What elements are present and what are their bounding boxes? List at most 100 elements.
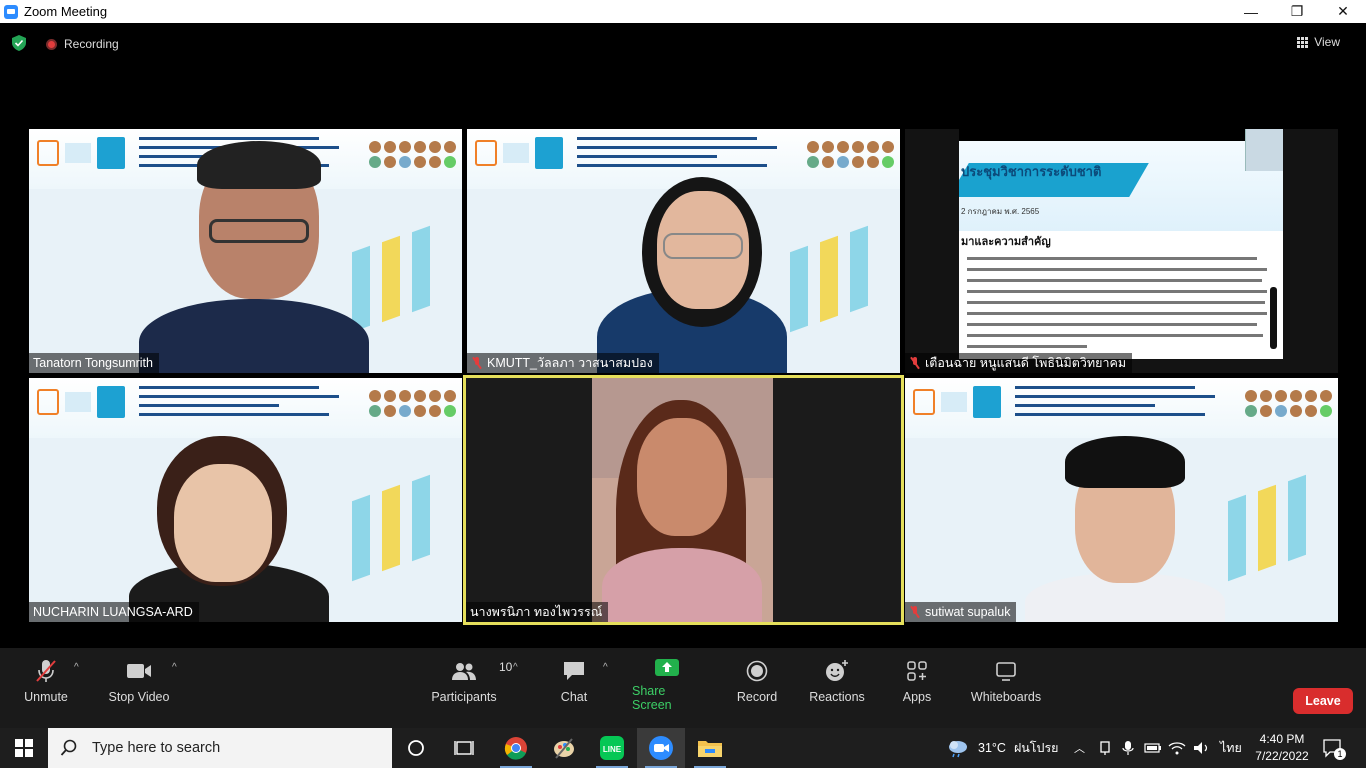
- line-app-icon[interactable]: LINE: [588, 728, 636, 768]
- security-shield-icon[interactable]: [12, 35, 26, 51]
- record-button[interactable]: Record: [737, 658, 777, 710]
- video-tile-1[interactable]: Tanatorn Tongsumrith: [29, 129, 462, 373]
- video-camera-icon: [127, 664, 151, 678]
- recording-indicator[interactable]: Recording: [46, 37, 119, 51]
- speaker-thumbnail: [1245, 129, 1283, 171]
- file-explorer-icon[interactable]: [686, 728, 734, 768]
- participant-name-tag: sutiwat supaluk: [905, 602, 1017, 622]
- participant-name-tag: Tanatorn Tongsumrith: [29, 353, 159, 373]
- chat-label: Chat: [560, 690, 588, 704]
- weather-desc: ฝนโปรย: [1013, 741, 1059, 755]
- participant-name-tag: เตือนฉาย หนูแสนดี โพธินิมิตวิทยาคม: [905, 353, 1133, 373]
- video-tile-2[interactable]: KMUTT_วัลลภา วาสนาสมปอง: [467, 129, 900, 373]
- slide-section-title: มาและความสำคัญ: [961, 236, 1051, 248]
- view-button[interactable]: View: [1297, 35, 1340, 49]
- video-tile-3[interactable]: ประชุมวิชาการระดับชาติ 2 กรกฎาคม พ.ศ. 25…: [905, 129, 1338, 373]
- search-placeholder: Type here to search: [92, 740, 221, 756]
- minimize-button[interactable]: —: [1228, 0, 1274, 23]
- reactions-label: Reactions: [809, 690, 865, 704]
- network-usb-icon[interactable]: [1098, 728, 1112, 768]
- apps-icon: [907, 661, 927, 681]
- rain-cloud-icon: [949, 741, 967, 758]
- chrome-icon[interactable]: [492, 728, 540, 768]
- window-titlebar: Zoom Meeting — ❐ ✕: [0, 0, 1366, 23]
- slide-date: 2 กรกฎาคม พ.ศ. 2565: [961, 207, 1040, 216]
- taskbar-search-box[interactable]: Type here to search: [48, 728, 392, 768]
- video-tile-6[interactable]: sutiwat supaluk: [905, 378, 1338, 622]
- participant-video: [592, 378, 773, 622]
- apps-button[interactable]: Apps: [900, 658, 934, 710]
- zoom-app-icon: [4, 4, 18, 19]
- start-button[interactable]: [0, 728, 48, 768]
- weather-temp: 31°C: [978, 741, 1006, 755]
- search-icon: [60, 739, 77, 756]
- record-label: Record: [736, 690, 778, 704]
- svg-text:LINE: LINE: [603, 745, 622, 754]
- clock-date: 7/22/2022: [1255, 749, 1309, 763]
- share-screen-button[interactable]: Share Screen: [632, 658, 702, 712]
- show-hidden-icons-chevron-icon[interactable]: ︿: [1074, 728, 1085, 768]
- participant-name-tag: NUCHARIN LUANGSA-ARD: [29, 602, 199, 622]
- maximize-button[interactable]: ❐: [1274, 0, 1320, 23]
- volume-icon[interactable]: [1193, 728, 1211, 768]
- notification-count-badge: 1: [1334, 748, 1346, 760]
- participant-count: 10: [499, 660, 513, 674]
- record-icon: [746, 660, 768, 682]
- meeting-area: Recording View Tanatorn Tongsumrith KMUT…: [0, 23, 1366, 728]
- mic-muted-icon: [471, 357, 483, 369]
- chat-options-caret-icon[interactable]: ^: [603, 662, 608, 673]
- taskbar-clock[interactable]: 4:40 PM 7/22/2022: [1246, 731, 1318, 765]
- stop-video-label: Stop Video: [108, 690, 170, 704]
- action-center-button[interactable]: 1: [1322, 728, 1346, 768]
- participants-icon: [452, 663, 476, 680]
- share-screen-label: Share Screen: [632, 684, 672, 712]
- whiteboards-button[interactable]: Whiteboards: [970, 658, 1042, 710]
- video-tile-5-active-speaker[interactable]: นางพรนิภา ทองไพวรรณ์: [463, 375, 904, 625]
- stop-video-button[interactable]: Stop Video: [108, 658, 170, 710]
- microphone-tray-icon[interactable]: [1122, 728, 1134, 768]
- recording-dot-icon: [46, 38, 57, 50]
- weather-widget[interactable]: 31°C ฝนโปรย: [946, 728, 1059, 768]
- chat-bubble-icon: [564, 662, 584, 680]
- input-language[interactable]: ไทย: [1220, 728, 1242, 768]
- view-label: View: [1314, 35, 1340, 49]
- participant-name-tag: นางพรนิภา ทองไพวรรณ์: [466, 602, 609, 622]
- chat-button[interactable]: Chat: [558, 658, 590, 710]
- unmute-label: Unmute: [24, 690, 68, 704]
- leave-button[interactable]: Leave: [1293, 688, 1353, 714]
- task-view-icon[interactable]: [440, 728, 488, 768]
- zoom-taskbar-icon[interactable]: [637, 728, 685, 768]
- video-options-caret-icon[interactable]: ^: [172, 662, 177, 673]
- grid-view-icon: [1297, 36, 1309, 48]
- shared-slide: ประชุมวิชาการระดับชาติ 2 กรกฎาคม พ.ศ. 25…: [959, 129, 1283, 359]
- meeting-toolbar: Unmute ^ Stop Video ^ 10 Participants ^ …: [0, 648, 1366, 728]
- unmute-button[interactable]: Unmute: [24, 658, 68, 710]
- battery-icon[interactable]: [1144, 728, 1162, 768]
- meeting-topbar: Recording View: [0, 23, 1366, 63]
- clock-time: 4:40 PM: [1259, 732, 1305, 746]
- cortana-icon[interactable]: [392, 728, 440, 768]
- windows-taskbar: Type here to search LINE 31°C ฝนโปรย ︿ ไ…: [0, 728, 1366, 768]
- microphone-muted-icon: [36, 660, 56, 682]
- mic-muted-icon: [909, 357, 921, 369]
- recording-label: Recording: [64, 37, 119, 51]
- close-button[interactable]: ✕: [1320, 0, 1366, 23]
- conference-banner: [29, 378, 462, 438]
- apps-label: Apps: [902, 690, 932, 704]
- participants-button[interactable]: 10 Participants: [431, 658, 512, 710]
- whiteboard-icon: [996, 662, 1016, 681]
- reactions-smiley-icon: [826, 660, 848, 681]
- mic-muted-icon: [909, 606, 921, 618]
- wifi-icon[interactable]: [1168, 728, 1186, 768]
- reactions-button[interactable]: Reactions: [809, 658, 865, 710]
- share-screen-icon: [655, 659, 679, 676]
- whiteboards-label: Whiteboards: [970, 690, 1042, 704]
- video-tile-4[interactable]: NUCHARIN LUANGSA-ARD: [29, 378, 462, 622]
- participants-options-caret-icon[interactable]: ^: [513, 662, 518, 673]
- window-title: Zoom Meeting: [24, 4, 108, 19]
- participants-label: Participants: [431, 690, 497, 704]
- audio-options-caret-icon[interactable]: ^: [74, 662, 79, 673]
- slide-heading: ประชุมวิชาการระดับชาติ: [961, 164, 1102, 179]
- conference-banner: [905, 378, 1338, 438]
- paint-icon[interactable]: [540, 728, 588, 768]
